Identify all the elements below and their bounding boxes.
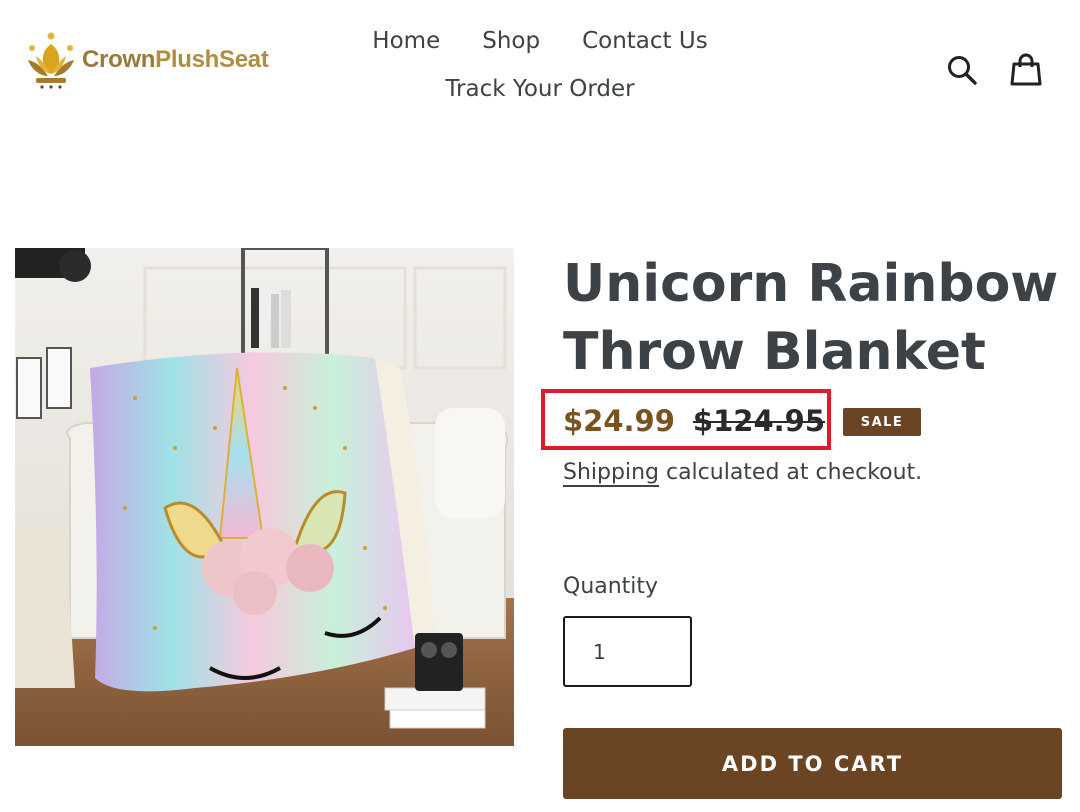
logo-text-part1: Crown: [82, 46, 156, 73]
shipping-info: Shipping calculated at checkout.: [563, 460, 922, 485]
logo[interactable]: CrownPlushSeat: [22, 30, 269, 90]
sale-badge: SALE: [843, 408, 921, 436]
crown-icon: [28, 32, 74, 89]
price-row: $24.99 $124.95: [563, 404, 825, 438]
sale-price: $24.99: [563, 404, 675, 438]
nav-shop[interactable]: Shop: [482, 28, 540, 54]
quantity-label: Quantity: [563, 574, 659, 599]
nav-track-your-order[interactable]: Track Your Order: [445, 76, 634, 102]
unicorn-blanket-image: [15, 248, 514, 746]
logo-text: CrownPlushSeat: [82, 46, 269, 74]
logo-text-part2: PlushSeat: [155, 46, 269, 73]
regular-price: $124.95: [692, 404, 826, 438]
nav-home[interactable]: Home: [372, 28, 440, 54]
cart-button[interactable]: [1008, 52, 1044, 88]
search-button[interactable]: [944, 52, 980, 88]
search-icon: [948, 56, 977, 85]
add-to-cart-button[interactable]: ADD TO CART: [563, 728, 1062, 799]
quantity-input[interactable]: [563, 616, 692, 687]
shipping-link[interactable]: Shipping: [563, 460, 659, 485]
nav-contact-us[interactable]: Contact Us: [582, 28, 708, 54]
shipping-text: calculated at checkout.: [658, 460, 923, 485]
product-image[interactable]: [15, 248, 514, 746]
main-nav: Home Shop Contact Us Track Your Order: [330, 28, 750, 102]
cart-icon: [1010, 53, 1042, 86]
product-title: Unicorn Rainbow Throw Blanket: [563, 254, 1059, 382]
